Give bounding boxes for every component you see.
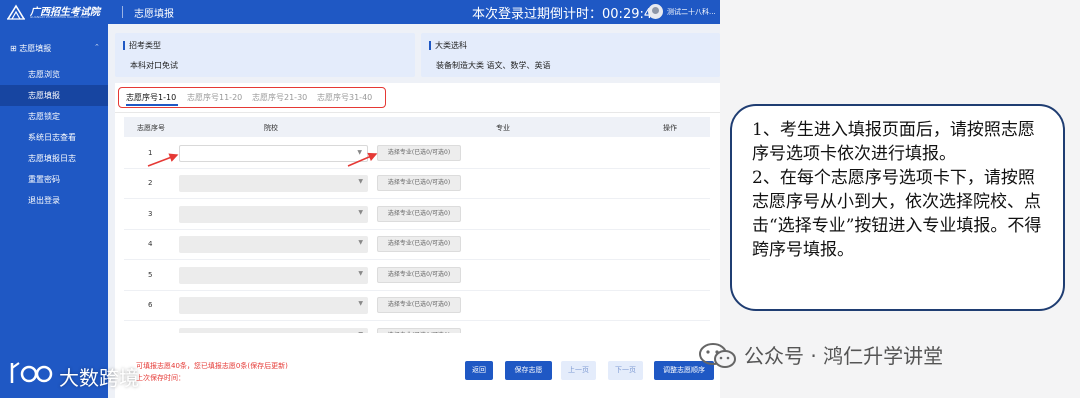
table-row: 1 ▼ 选择专业(已选0/可选0): [124, 139, 710, 169]
watermark-text: 大数跨境: [59, 366, 139, 390]
watermark-logo-icon: [10, 362, 53, 383]
school-select[interactable]: ▼: [179, 145, 368, 162]
school-select[interactable]: ▼: [179, 297, 368, 314]
sidebar-section-header[interactable]: ⊞ 志愿填报: [10, 43, 51, 54]
subject-category-card: 大类选科 装备制造大类 语文、数学、英语: [421, 33, 720, 77]
app-screenshot: 广西招生考试院 GUANGXI ZHAOSHENG KAOSHI YUAN 志愿…: [0, 0, 720, 398]
instruction-step-2: 2、在每个志愿序号选项卡下，请按照志愿序号从小到大，依次选择院校、点击“选择专业…: [752, 168, 1042, 260]
footer-bar: 可填报志愿40条，您已填报志愿0条(保存后更新) 上次保存时间： 返回 保存志愿…: [115, 333, 720, 398]
chevron-down-icon: ▼: [358, 239, 363, 246]
chevron-down-icon: ▼: [357, 149, 362, 156]
sidebar-item-browse[interactable]: 志愿浏览: [0, 64, 108, 85]
tab-volunteer-21-30[interactable]: 志愿序号21-30: [252, 92, 307, 103]
school-select[interactable]: ▼: [179, 236, 368, 253]
select-major-button[interactable]: 选择专业(已选0/可选0): [377, 236, 461, 252]
tabs-divider: [115, 112, 720, 113]
tab-volunteer-11-20[interactable]: 志愿序号11-20: [187, 92, 242, 103]
row-number: 3: [148, 210, 153, 218]
page-title: 志愿填报: [134, 9, 174, 20]
row-number: 1: [148, 149, 153, 157]
header-major: 专业: [496, 124, 510, 132]
select-major-button[interactable]: 选择专业(已选0/可选0): [377, 267, 461, 283]
logo-mark-icon: [7, 4, 25, 20]
exam-type-card: 招考类型 本科对口免试: [115, 33, 415, 77]
back-button[interactable]: 返回: [465, 361, 493, 380]
instruction-step-1: 1、考生进入填报页面后，请按照志愿序号选项卡依次进行填报。: [752, 120, 1035, 164]
sidebar-item-system-log[interactable]: 系统日志查看: [0, 127, 108, 148]
top-divider: [122, 6, 123, 18]
table-row: 6 ▼ 选择专业(已选0/可选0): [124, 291, 710, 321]
header-action: 操作: [663, 124, 677, 132]
table-row: 5 ▼ 选择专业(已选0/可选0): [124, 261, 710, 291]
row-number: 6: [148, 301, 153, 309]
grid-icon: ⊞: [10, 44, 20, 53]
chevron-down-icon: ▼: [358, 209, 363, 216]
subject-category-label: 大类选科: [429, 41, 467, 50]
user-name[interactable]: 测试二十八科...: [667, 7, 716, 17]
countdown-label: 本次登录过期倒计时：: [472, 7, 603, 22]
sidebar-item-reset-password[interactable]: 重置密码: [0, 169, 108, 190]
header-num: 志愿序号: [137, 124, 165, 132]
save-button[interactable]: 保存志愿: [505, 361, 552, 380]
sidebar-section-label: 志愿填报: [19, 44, 52, 53]
fill-count-warning: 可填报志愿40条，您已填报志愿0条(保存后更新): [136, 362, 288, 370]
exam-type-value: 本科对口免试: [130, 61, 178, 70]
active-tab-indicator: [126, 104, 178, 106]
table-header: 志愿序号 院校 专业 操作: [124, 117, 710, 137]
row-number: 5: [148, 271, 153, 279]
select-major-button[interactable]: 选择专业(已选0/可选0): [377, 175, 461, 191]
subject-category-value: 装备制造大类 语文、数学、英语: [436, 61, 551, 70]
select-major-button[interactable]: 选择专业(已选0/可选0): [377, 206, 461, 222]
sidebar-item-logout[interactable]: 退出登录: [0, 190, 108, 211]
user-avatar-icon[interactable]: [648, 4, 663, 19]
header-school: 院校: [264, 124, 278, 132]
select-major-button[interactable]: 选择专业(已选0/可选0): [377, 145, 461, 161]
tab-volunteer-31-40[interactable]: 志愿序号31-40: [317, 92, 372, 103]
session-countdown: 本次登录过期倒计时：00:29:41: [472, 3, 660, 22]
last-saved-time: 上次保存时间：: [136, 374, 185, 382]
main-content: 招考类型 本科对口免试 大类选科 装备制造大类 语文、数学、英语 志愿序号1-1…: [115, 33, 720, 398]
exam-type-label: 招考类型: [123, 41, 161, 50]
school-select[interactable]: ▼: [179, 206, 368, 223]
table-row: 4 ▼ 选择专业(已选0/可选0): [124, 230, 710, 260]
chevron-up-icon[interactable]: ⌃: [94, 43, 100, 51]
top-bar: 广西招生考试院 GUANGXI ZHAOSHENG KAOSHI YUAN 志愿…: [0, 0, 720, 24]
wechat-account-text: 公众号 · 鸿仁升学讲堂: [744, 344, 944, 368]
wechat-icon: [699, 343, 736, 368]
prev-page-button[interactable]: 上一页: [561, 361, 596, 380]
table-row: 3 ▼ 选择专业(已选0/可选0): [124, 200, 710, 230]
logo-subtext: GUANGXI ZHAOSHENG KAOSHI YUAN: [30, 15, 89, 19]
chevron-down-icon: ▼: [358, 270, 363, 277]
school-select[interactable]: ▼: [179, 267, 368, 284]
school-select[interactable]: ▼: [179, 175, 368, 192]
tab-volunteer-1-10[interactable]: 志愿序号1-10: [126, 92, 176, 103]
sidebar-item-fill-log[interactable]: 志愿填报日志: [0, 148, 108, 169]
next-page-button[interactable]: 下一页: [608, 361, 643, 380]
table-row: 2 ▼ 选择专业(已选0/可选0): [124, 169, 710, 199]
site-logo[interactable]: 广西招生考试院 GUANGXI ZHAOSHENG KAOSHI YUAN: [6, 3, 110, 21]
chevron-down-icon: ▼: [358, 300, 363, 307]
sidebar: ⊞ 志愿填报 ⌃ 志愿浏览 志愿填报 志愿锁定 系统日志查看 志愿填报日志 重置…: [0, 24, 108, 398]
sidebar-item-lock[interactable]: 志愿锁定: [0, 106, 108, 127]
row-number: 4: [148, 240, 153, 248]
tabs-highlight-box: 志愿序号1-10 志愿序号11-20 志愿序号21-30 志愿序号31-40: [118, 87, 386, 108]
row-number: 2: [148, 179, 153, 187]
instruction-callout: 1、考生进入填报页面后，请按照志愿序号选项卡依次进行填报。 2、在每个志愿序号选…: [730, 104, 1065, 311]
sidebar-item-fill[interactable]: 志愿填报: [0, 85, 108, 106]
chevron-down-icon: ▼: [358, 178, 363, 185]
select-major-button[interactable]: 选择专业(已选0/可选0): [377, 297, 461, 313]
